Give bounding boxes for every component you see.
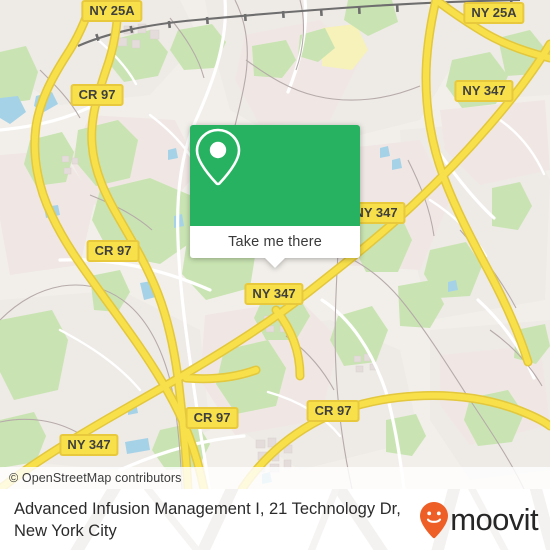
road-shield-label: NY 25A: [89, 3, 135, 18]
road-shield-label: CR 97: [78, 87, 116, 102]
place-title-line-1: Advanced Infusion Management I, 21 Techn…: [14, 499, 401, 518]
road-shield-label: CR 97: [314, 403, 352, 418]
road-shield-label: NY 347: [462, 83, 506, 98]
road-shield: CR 97: [306, 400, 360, 422]
road-shield: CR 97: [185, 407, 239, 429]
road-shield-label: NY 347: [354, 205, 398, 220]
road-shield-label: NY 25A: [471, 5, 517, 20]
road-shield: NY 347: [59, 434, 119, 456]
moovit-pin-smiley-icon: [420, 501, 449, 538]
take-me-there-label: Take me there: [228, 234, 322, 250]
road-shield-label: CR 97: [193, 410, 231, 425]
road-shield: CR 97: [70, 84, 124, 106]
attribution-text[interactable]: © OpenStreetMap contributors: [0, 471, 182, 485]
road-shield: CR 97: [86, 240, 140, 262]
place-title-line-2: New York City: [14, 521, 117, 540]
map-pin-icon: [195, 128, 241, 186]
moovit-wordmark: moovit: [450, 502, 538, 537]
road-shield: NY 25A: [81, 0, 143, 22]
road-shield-label: CR 97: [94, 243, 132, 258]
map-canvas[interactable]: NY 25A NY 25A CR 97 NY 347 CR 97 NY 347 NY 347…: [0, 0, 550, 489]
moovit-map-screenshot: NY 25A NY 25A CR 97 NY 347 CR 97 NY 347 NY 347…: [0, 0, 550, 550]
map-attribution-bar: © OpenStreetMap contributors: [0, 467, 550, 489]
callout-image-area: [190, 125, 360, 226]
callout-action-bar[interactable]: Take me there: [190, 226, 360, 258]
road-shield: NY 347: [244, 283, 304, 305]
place-title: Advanced Infusion Management I, 21 Techn…: [14, 498, 401, 542]
road-shield: NY 347: [454, 80, 514, 102]
take-me-there-callout[interactable]: Take me there: [190, 125, 360, 268]
callout-tail: [264, 257, 286, 268]
road-shield-label: NY 347: [252, 286, 296, 301]
footer-bar: Advanced Infusion Management I, 21 Techn…: [0, 489, 550, 550]
moovit-logo[interactable]: moovit: [419, 501, 539, 539]
road-shield-label: NY 347: [67, 437, 111, 452]
road-shield: NY 25A: [463, 2, 525, 24]
